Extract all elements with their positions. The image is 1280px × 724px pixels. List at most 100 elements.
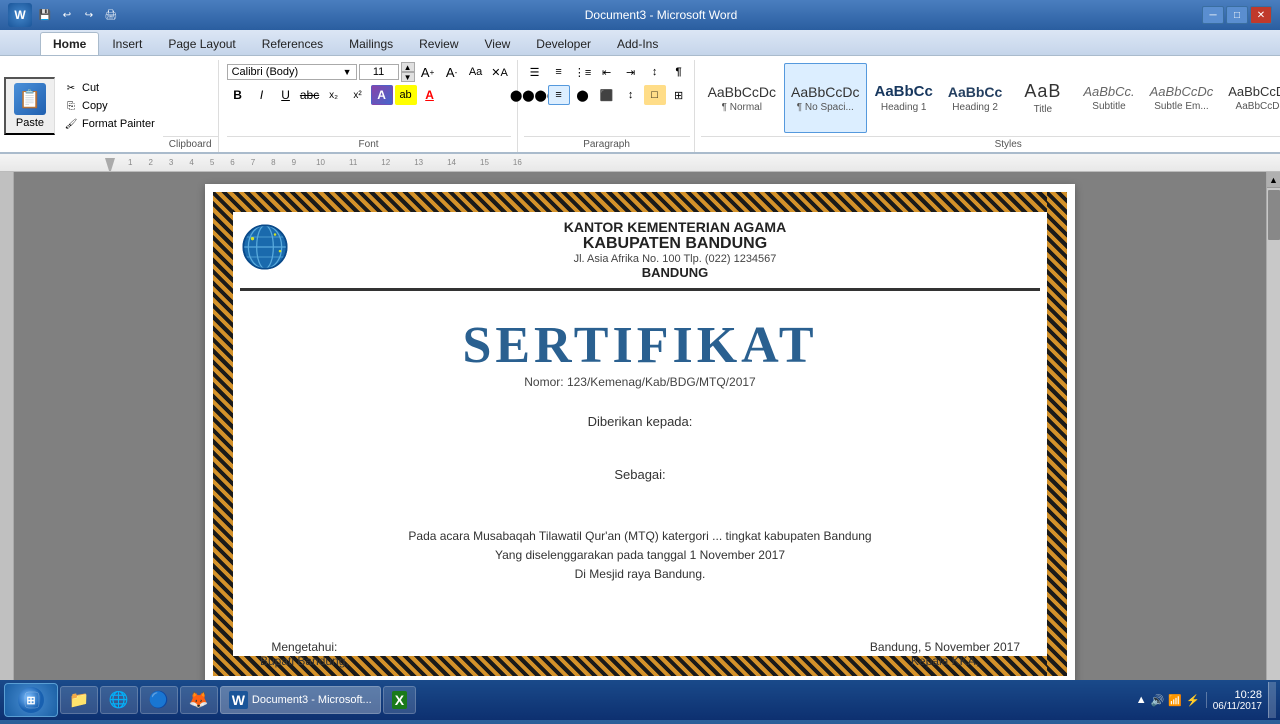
- org-logo: [240, 222, 295, 277]
- align-left-button[interactable]: ⬤⬤⬤⬤: [524, 85, 546, 105]
- underline-button[interactable]: U: [275, 85, 297, 105]
- print-button[interactable]: 🖨: [102, 6, 120, 24]
- shading-button[interactable]: □: [644, 85, 666, 105]
- bold-button[interactable]: B: [227, 85, 249, 105]
- multilevel-list-button[interactable]: ⋮≡: [572, 62, 594, 82]
- font-grow-button[interactable]: A+: [417, 62, 439, 82]
- subscript-button[interactable]: x₂: [323, 85, 345, 105]
- scroll-up-button[interactable]: ▲: [1267, 172, 1280, 188]
- paste-button[interactable]: 📋 Paste: [4, 77, 55, 135]
- cert-title: SERTIFIKAT: [240, 316, 1040, 375]
- style-subtitle[interactable]: AaBbCc. Subtitle: [1076, 63, 1141, 133]
- close-button[interactable]: ✕: [1250, 6, 1272, 24]
- show-formatting-button[interactable]: ¶: [668, 62, 690, 82]
- highlight-button[interactable]: ab: [395, 85, 417, 105]
- style-heading2[interactable]: AaBbCc Heading 2: [941, 63, 1009, 133]
- word-taskbar-icon: W: [229, 691, 248, 709]
- font-shrink-button[interactable]: A-: [441, 62, 463, 82]
- clock-time: 10:28: [1213, 689, 1262, 701]
- cut-button[interactable]: ✂ Cut: [59, 79, 159, 97]
- border-left: [213, 192, 233, 676]
- clock-date: 06/11/2017: [1213, 701, 1262, 712]
- clear-format-button[interactable]: ✕A: [489, 62, 511, 82]
- format-painter-icon: 🖌: [63, 116, 79, 132]
- clipboard-actions: ✂ Cut ⎘ Copy 🖌 Format Painter: [55, 77, 163, 135]
- change-case-button[interactable]: Aa: [465, 62, 487, 82]
- borders-button[interactable]: ⊞: [668, 85, 690, 105]
- text-effects-button[interactable]: A: [371, 85, 393, 105]
- org-sub: KABUPATEN BANDUNG: [310, 235, 1040, 253]
- taskbar-unknown1[interactable]: 🔵: [140, 686, 178, 714]
- sort-button[interactable]: ↕: [644, 62, 666, 82]
- sig-city-date: Bandung, 5 November 2017: [870, 640, 1020, 654]
- strikethrough-button[interactable]: abc: [299, 85, 321, 105]
- font-color-button[interactable]: A: [419, 85, 441, 105]
- cert-number: Nomor: 123/Kemenag/Kab/BDG/MTQ/2017: [240, 375, 1040, 389]
- vertical-scrollbar[interactable]: ▲ ▼: [1266, 172, 1280, 696]
- cert-given-to: Diberikan kepada:: [240, 414, 1040, 429]
- decrease-indent-button[interactable]: ⇤: [596, 62, 618, 82]
- tray-arrow-icon[interactable]: ▲: [1136, 694, 1147, 706]
- style-title[interactable]: AaB Title: [1010, 63, 1075, 133]
- align-center-button[interactable]: ≡: [548, 85, 570, 105]
- tab-references[interactable]: References: [249, 32, 336, 55]
- tab-page-layout[interactable]: Page Layout: [155, 32, 248, 55]
- start-button[interactable]: ⊞: [4, 683, 58, 717]
- style-normal[interactable]: AaBbCcDc ¶ Normal: [701, 63, 783, 133]
- tab-addins[interactable]: Add-Ins: [604, 32, 671, 55]
- scissors-icon: ✂: [63, 80, 79, 96]
- numbering-button[interactable]: ≡: [548, 62, 570, 82]
- certificate-content: KANTOR KEMENTERIAN AGAMA KABUPATEN BANDU…: [240, 219, 1040, 649]
- font-size-increase-button[interactable]: ▲: [401, 62, 415, 72]
- align-right-button[interactable]: ⬤: [572, 85, 594, 105]
- minimize-button[interactable]: ─: [1202, 6, 1224, 24]
- style-subtle-emphasis[interactable]: AaBbCcDc Subtle Em...: [1143, 63, 1221, 133]
- font-size-selector[interactable]: 11: [359, 64, 399, 80]
- style-extra[interactable]: AaBbCcDc AaBbCcDc: [1221, 63, 1280, 133]
- style-no-spacing[interactable]: AaBbCcDc ¶ No Spaci...: [784, 63, 866, 133]
- document-area: ▲ ▼: [0, 172, 1280, 696]
- font-name-selector[interactable]: Calibri (Body) ▼: [227, 64, 357, 80]
- font-name-row: Calibri (Body) ▼ 11 ▲ ▼ A+ A- Aa ✕A: [227, 62, 511, 82]
- sig-title: Kepala KKA,: [870, 654, 1020, 668]
- taskbar-explorer[interactable]: 📁: [60, 686, 98, 714]
- taskbar-firefox[interactable]: 🦊: [180, 686, 218, 714]
- italic-button[interactable]: I: [251, 85, 273, 105]
- taskbar-word[interactable]: W Document3 - Microsoft...: [220, 686, 381, 714]
- tab-home[interactable]: Home: [40, 32, 99, 55]
- undo-button[interactable]: ↩: [58, 6, 76, 24]
- tab-insert[interactable]: Insert: [99, 32, 155, 55]
- network-icon[interactable]: 📶: [1168, 694, 1182, 707]
- tab-review[interactable]: Review: [406, 32, 471, 55]
- org-name: KANTOR KEMENTERIAN AGAMA: [310, 219, 1040, 235]
- scroll-thumb[interactable]: [1268, 190, 1280, 240]
- cert-event-line2: Yang diselenggarakan pada tanggal 1 Nove…: [240, 546, 1040, 565]
- save-button[interactable]: 💾: [36, 6, 54, 24]
- sig-left: Mengetahui: Bupati Bandung,: [260, 640, 349, 668]
- tab-developer[interactable]: Developer: [523, 32, 604, 55]
- format-painter-button[interactable]: 🖌 Format Painter: [59, 115, 159, 133]
- copy-button[interactable]: ⎘ Copy: [59, 97, 159, 115]
- window-title: Document3 - Microsoft Word: [120, 8, 1202, 22]
- show-desktop-button[interactable]: [1268, 682, 1276, 718]
- maximize-button[interactable]: □: [1226, 6, 1248, 24]
- increase-indent-button[interactable]: ⇥: [620, 62, 642, 82]
- border-right: [1047, 192, 1067, 676]
- volume-icon[interactable]: 🔊: [1151, 694, 1165, 707]
- superscript-button[interactable]: x²: [347, 85, 369, 105]
- border-top: [213, 192, 1067, 212]
- tab-mailings[interactable]: Mailings: [336, 32, 406, 55]
- system-tray: ▲ 🔊 📶 ⚡: [1136, 694, 1200, 707]
- power-icon[interactable]: ⚡: [1186, 694, 1200, 707]
- system-clock[interactable]: 10:28 06/11/2017: [1213, 689, 1262, 712]
- font-size-decrease-button[interactable]: ▼: [401, 72, 415, 82]
- tab-view[interactable]: View: [472, 32, 524, 55]
- line-spacing-button[interactable]: ↕: [620, 85, 642, 105]
- justify-button[interactable]: ⬛: [596, 85, 618, 105]
- style-heading1[interactable]: AaBbCc Heading 1: [868, 63, 940, 133]
- word-taskbar-label: Document3 - Microsoft...: [252, 694, 372, 706]
- taskbar-ie[interactable]: 🌐: [100, 686, 138, 714]
- redo-button[interactable]: ↪: [80, 6, 98, 24]
- bullets-button[interactable]: ☰: [524, 62, 546, 82]
- taskbar-excel[interactable]: X: [383, 686, 416, 714]
